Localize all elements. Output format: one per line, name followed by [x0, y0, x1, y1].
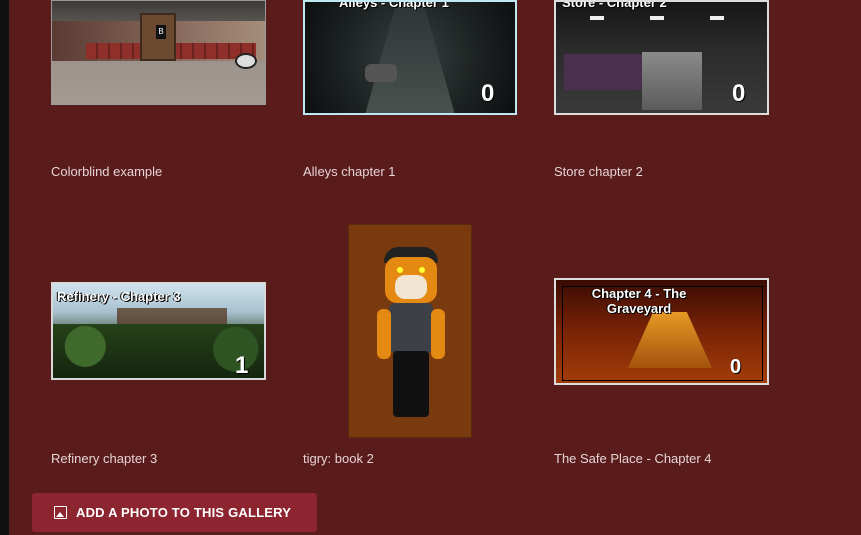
thumbnail-overlay-number: 0	[730, 356, 742, 378]
add-photo-label: ADD A PHOTO TO THIS GALLERY	[76, 505, 292, 520]
key-icon	[235, 53, 257, 69]
image-icon	[54, 506, 67, 519]
thumbnail-overlay-title: Store - Chapter 2	[562, 0, 667, 10]
gallery-thumbnail-safe-place-chapter-4[interactable]: Chapter 4 - The Graveyard 0	[554, 278, 769, 385]
gallery-thumbnail-refinery-chapter-3[interactable]: Refinery - Chapter 3 1	[51, 282, 266, 380]
thumbnail-overlay-number: 1	[235, 352, 249, 379]
gallery-thumbnail-colorblind-example[interactable]: B	[51, 0, 266, 105]
gallery-caption[interactable]: tigry: book 2	[303, 451, 374, 467]
door-sign: B	[156, 25, 166, 39]
gallery-thumbnail-alleys-chapter-1[interactable]: Alleys - Chapter 1 0	[303, 0, 517, 115]
gallery-caption[interactable]: Alleys chapter 1	[303, 164, 396, 180]
gallery-caption[interactable]: Colorblind example	[51, 164, 162, 180]
gallery-caption[interactable]: Store chapter 2	[554, 164, 643, 180]
thumbnail-overlay-number: 0	[732, 80, 746, 107]
gallery-caption[interactable]: Refinery chapter 3	[51, 451, 157, 467]
add-photo-button[interactable]: ADD A PHOTO TO THIS GALLERY	[32, 493, 317, 532]
gallery-thumbnail-store-chapter-2[interactable]: Store - Chapter 2 0	[554, 0, 769, 115]
thumbnail-overlay-title: Refinery - Chapter 3	[57, 289, 181, 304]
thumbnail-overlay-number: 0	[481, 80, 495, 107]
thumbnail-overlay-title: Alleys - Chapter 1	[339, 0, 449, 10]
gallery-caption[interactable]: The Safe Place - Chapter 4	[554, 451, 712, 467]
thumbnail-overlay-title: Chapter 4 - The Graveyard	[591, 286, 687, 316]
photo-gallery: B Colorblind example Alleys - Chapter 1 …	[0, 0, 861, 535]
gallery-thumbnail-tigry-book-2[interactable]	[348, 224, 472, 438]
